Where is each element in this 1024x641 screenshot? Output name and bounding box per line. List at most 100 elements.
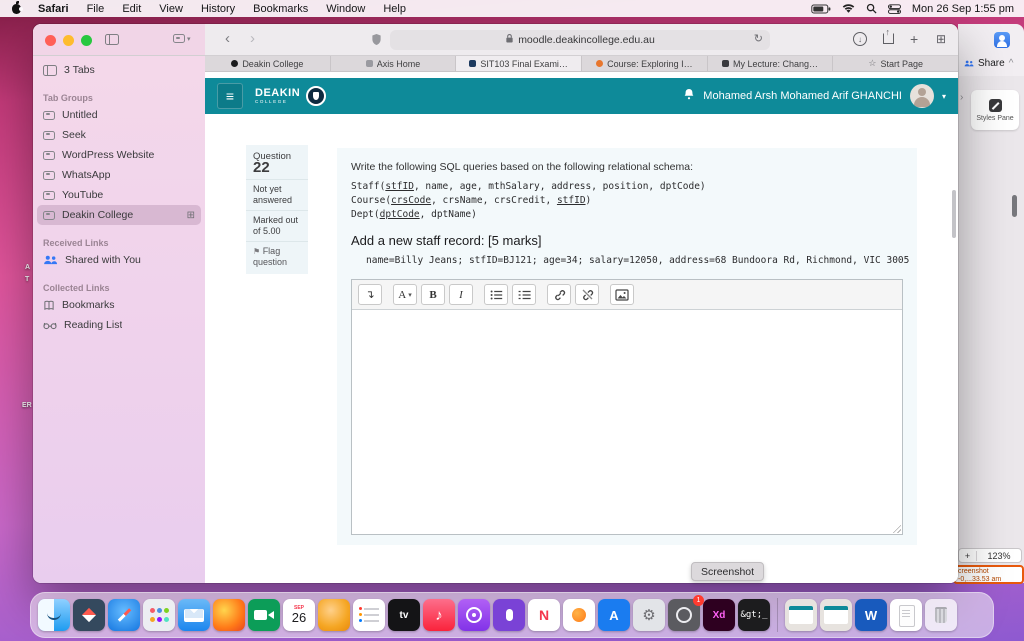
dock-minimized-window-2[interactable]	[820, 599, 852, 631]
address-bar[interactable]: moodle.deakincollege.edu.au ↻	[390, 30, 770, 50]
sidebar-item-reading-list[interactable]: Reading List	[37, 315, 201, 335]
battery-icon[interactable]	[811, 4, 831, 14]
background-scrollbar[interactable]	[1012, 195, 1017, 217]
italic-button[interactable]: I	[449, 284, 473, 305]
apple-menu-icon[interactable]	[12, 0, 23, 14]
dock-podcasts-icon[interactable]	[458, 599, 490, 631]
hamburger-menu-button[interactable]: ≡	[217, 83, 243, 109]
window-zoom-button[interactable]	[81, 35, 92, 46]
dock-mail-icon[interactable]	[178, 599, 210, 631]
dock-terminal-icon[interactable]: &gt;_	[738, 599, 770, 631]
tab-group-picker-icon[interactable]: ▾	[173, 34, 191, 43]
tab-sit103-final-exam[interactable]: SIT103 Final Exami…	[456, 56, 583, 71]
schema-line-course: Course(crsCode, crsName, crsCredit, stfI…	[351, 195, 592, 206]
privacy-shield-icon[interactable]	[371, 33, 382, 51]
numbered-list-button[interactable]	[512, 284, 536, 305]
dock-video-call-icon[interactable]	[248, 599, 280, 631]
reload-icon[interactable]: ↻	[754, 32, 763, 45]
user-menu-caret-icon[interactable]: ▾	[942, 92, 946, 101]
control-center-icon[interactable]	[887, 3, 901, 14]
panel-chevron-icon[interactable]: ›	[960, 92, 963, 103]
styles-pane-button[interactable]: Styles Pane	[971, 90, 1019, 130]
tab-deakin-college[interactable]: Deakin College	[205, 56, 331, 71]
menu-bookmarks[interactable]: Bookmarks	[244, 3, 317, 15]
dock-orange-app-icon[interactable]	[563, 599, 595, 631]
dock-launchpad-icon[interactable]	[143, 599, 175, 631]
menu-view[interactable]: View	[150, 3, 192, 15]
dock-amazon-music-icon[interactable]	[318, 599, 350, 631]
forward-button[interactable]: ›	[250, 30, 255, 48]
tab-my-lecture[interactable]: My Lecture: Chang…	[708, 56, 834, 71]
tab-overview-button[interactable]: ⊞	[936, 33, 946, 45]
link-button[interactable]	[547, 284, 571, 305]
menu-window[interactable]: Window	[317, 3, 374, 15]
sidebar-item-whatsapp[interactable]: WhatsApp	[37, 165, 201, 185]
new-tab-button[interactable]: +	[910, 31, 918, 47]
search-icon[interactable]	[866, 3, 877, 14]
bullet-list-button[interactable]	[484, 284, 508, 305]
answer-textarea[interactable]	[352, 310, 902, 534]
sidebar-toggle-icon[interactable]	[105, 34, 119, 45]
sidebar-item-seek[interactable]: Seek	[37, 125, 201, 145]
dock-screenshot-icon[interactable]: 1	[668, 595, 704, 631]
dock-appletv-icon[interactable]: tv	[388, 599, 420, 631]
sidebar-item-shared-with-you[interactable]: Shared with You	[37, 250, 201, 270]
dock-maps-icon[interactable]	[73, 599, 105, 631]
dock-reminders-icon[interactable]	[353, 599, 385, 631]
unlink-button[interactable]	[575, 284, 599, 305]
dock-minimized-window-1[interactable]	[785, 599, 817, 631]
dock-appstore-icon[interactable]: A	[598, 599, 630, 631]
share-control[interactable]: Share ^	[964, 58, 1013, 69]
collapse-toolbar-button[interactable]: ↴	[358, 284, 382, 305]
dock-trash-icon[interactable]	[925, 599, 957, 631]
wifi-icon[interactable]	[842, 3, 855, 14]
profile-icon[interactable]	[994, 32, 1010, 48]
window-close-button[interactable]	[45, 35, 56, 46]
sidebar-item-bookmarks[interactable]: Bookmarks	[37, 295, 201, 315]
menu-safari[interactable]: Safari	[29, 3, 78, 15]
sidebar-item-wordpress-website[interactable]: WordPress Website	[37, 145, 201, 165]
user-name[interactable]: Mohamed Arsh Mohamed Arif GHANCHI	[703, 90, 902, 102]
tab-course-exploring[interactable]: Course: Exploring I…	[582, 56, 708, 71]
menu-edit[interactable]: Edit	[113, 3, 150, 15]
dock-voice-memos-icon[interactable]	[493, 599, 525, 631]
page-scrollbar[interactable]	[952, 190, 956, 238]
menu-help[interactable]: Help	[374, 3, 415, 15]
sidebar-item-untitled[interactable]: Untitled	[37, 105, 201, 125]
window-minimize-button[interactable]	[63, 35, 74, 46]
menubar-clock[interactable]: Mon 26 Sep 1:55 pm	[912, 3, 1014, 15]
menu-history[interactable]: History	[192, 3, 244, 15]
dock-news-icon[interactable]: N	[528, 599, 560, 631]
user-avatar[interactable]	[909, 84, 934, 108]
dock-word-icon[interactable]: W	[855, 599, 887, 631]
sidebar-item-deakin-college[interactable]: Deakin College ⊞	[37, 205, 201, 225]
notification-bell-icon[interactable]	[683, 87, 695, 105]
zoom-control[interactable]: + 123%	[958, 548, 1022, 563]
grid-view-icon[interactable]: ⊞	[187, 210, 195, 221]
deakin-college-logo[interactable]: DEAKIN COLLEGE	[255, 87, 300, 105]
dock-finder-icon[interactable]	[38, 599, 70, 631]
dock-adobe-xd-icon[interactable]: Xd	[703, 599, 735, 631]
dock-firefox-icon[interactable]	[213, 599, 245, 631]
dock-safari-icon[interactable]	[108, 599, 140, 631]
image-icon	[615, 288, 629, 301]
dock-documents-icon[interactable]	[890, 599, 922, 631]
screenshot-notification[interactable]: creenshot -0,...33.53 am	[953, 565, 1024, 584]
zoom-plus-button[interactable]: +	[959, 550, 977, 561]
tabs-count-header[interactable]: 3 Tabs	[43, 60, 195, 80]
dock-music-icon[interactable]: ♪	[423, 599, 455, 631]
tab-axis-home[interactable]: Axis Home	[331, 56, 457, 71]
sidebar-item-youtube[interactable]: YouTube	[37, 185, 201, 205]
insert-image-button[interactable]	[610, 284, 634, 305]
bold-button[interactable]: B	[421, 284, 445, 305]
menu-file[interactable]: File	[78, 3, 114, 15]
dock-settings-icon[interactable]: ⚙	[633, 599, 665, 631]
dock-calendar-icon[interactable]: SEP 26	[283, 599, 315, 631]
back-button[interactable]: ‹	[225, 30, 230, 48]
share-button[interactable]: ↑	[883, 27, 894, 44]
paragraph-style-button[interactable]: A ▾	[393, 284, 417, 305]
flag-question-link[interactable]: ⚑ Flag question	[253, 246, 301, 268]
downloads-button[interactable]: ↓	[853, 32, 867, 46]
tab-start-page[interactable]: ☆ Start Page	[833, 56, 958, 71]
resize-handle[interactable]	[891, 523, 901, 533]
